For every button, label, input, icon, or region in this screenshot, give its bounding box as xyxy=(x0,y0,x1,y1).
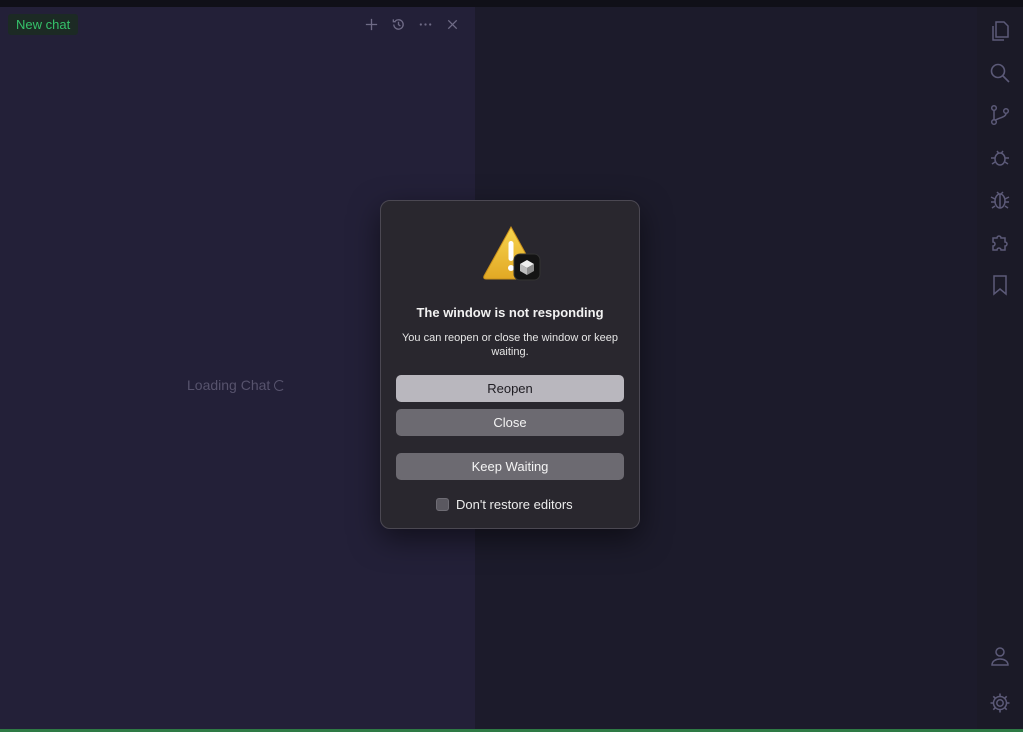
loading-text: Loading Chat xyxy=(187,377,271,393)
reopen-button[interactable]: Reopen xyxy=(396,375,624,402)
keep-waiting-button[interactable]: Keep Waiting xyxy=(396,453,624,480)
dont-restore-editors-checkbox[interactable] xyxy=(436,498,449,511)
settings-icon[interactable] xyxy=(987,690,1013,716)
files-icon[interactable] xyxy=(987,18,1013,44)
close-icon[interactable] xyxy=(443,15,462,34)
warning-icon xyxy=(483,225,541,281)
spinner-icon xyxy=(274,379,286,391)
account-icon[interactable] xyxy=(987,643,1013,669)
bookmark-icon[interactable] xyxy=(987,272,1013,298)
dont-restore-editors-row[interactable]: Don't restore editors xyxy=(436,497,573,512)
bug-icon[interactable] xyxy=(987,187,1013,213)
plus-icon[interactable] xyxy=(362,15,381,34)
title-bar xyxy=(0,0,1023,7)
chat-tab-new[interactable]: New chat xyxy=(8,14,79,35)
app-window: New chat Loading Chat The window is not … xyxy=(0,0,1023,732)
dialog-message: You can reopen or close the window or ke… xyxy=(401,332,619,358)
search-icon[interactable] xyxy=(987,60,1013,86)
history-icon[interactable] xyxy=(389,15,408,34)
not-responding-dialog: The window is not responding You can reo… xyxy=(380,200,640,529)
chat-toolbar xyxy=(362,15,462,34)
extensions-icon[interactable] xyxy=(987,229,1013,255)
source-control-icon[interactable] xyxy=(987,102,1013,128)
more-icon[interactable] xyxy=(416,15,435,34)
activity-bar xyxy=(977,7,1023,729)
close-button[interactable]: Close xyxy=(396,409,624,436)
dialog-title: The window is not responding xyxy=(416,305,604,320)
dont-restore-editors-label: Don't restore editors xyxy=(456,497,573,512)
debug-icon[interactable] xyxy=(987,144,1013,170)
loading-indicator: Loading Chat xyxy=(187,377,286,393)
